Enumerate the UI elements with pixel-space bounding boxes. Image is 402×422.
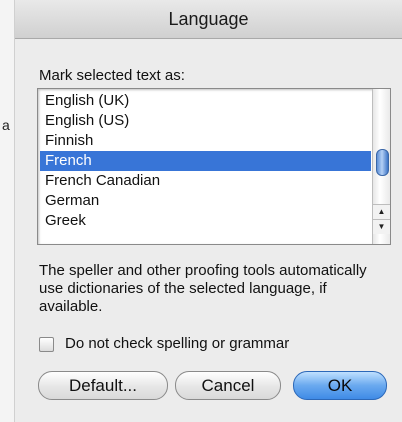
background-window bbox=[0, 0, 15, 422]
language-item-greek[interactable]: Greek bbox=[40, 211, 371, 231]
language-dialog: Language Mark selected text as: English … bbox=[15, 0, 402, 422]
dialog-title: Language bbox=[15, 0, 402, 39]
scroll-up-arrow-icon[interactable]: ▲ bbox=[373, 204, 390, 219]
scroll-down-arrow-icon[interactable]: ▼ bbox=[373, 219, 390, 234]
description-text: The speller and other proofing tools aut… bbox=[39, 262, 367, 315]
no-check-checkbox[interactable] bbox=[39, 337, 54, 352]
background-text: a bbox=[2, 117, 10, 133]
list-scrollbar[interactable]: ▲ ▼ bbox=[372, 89, 390, 244]
language-list[interactable]: English (UK) English (US) Finnish French… bbox=[37, 88, 391, 245]
no-check-label[interactable]: Do not check spelling or grammar bbox=[65, 335, 289, 352]
language-item-german[interactable]: German bbox=[40, 191, 371, 211]
cancel-button[interactable]: Cancel bbox=[175, 371, 281, 400]
language-item-french-canadian[interactable]: French Canadian bbox=[40, 171, 371, 191]
language-list-items: English (UK) English (US) Finnish French… bbox=[40, 91, 371, 231]
default-button[interactable]: Default... bbox=[38, 371, 168, 400]
scroll-thumb[interactable] bbox=[376, 149, 389, 176]
language-item-french[interactable]: French bbox=[40, 151, 371, 171]
ok-button[interactable]: OK bbox=[293, 371, 387, 400]
mark-label: Mark selected text as: bbox=[39, 67, 185, 84]
language-item-english-us[interactable]: English (US) bbox=[40, 111, 371, 131]
language-item-finnish[interactable]: Finnish bbox=[40, 131, 371, 151]
language-item-english-uk[interactable]: English (UK) bbox=[40, 91, 371, 111]
